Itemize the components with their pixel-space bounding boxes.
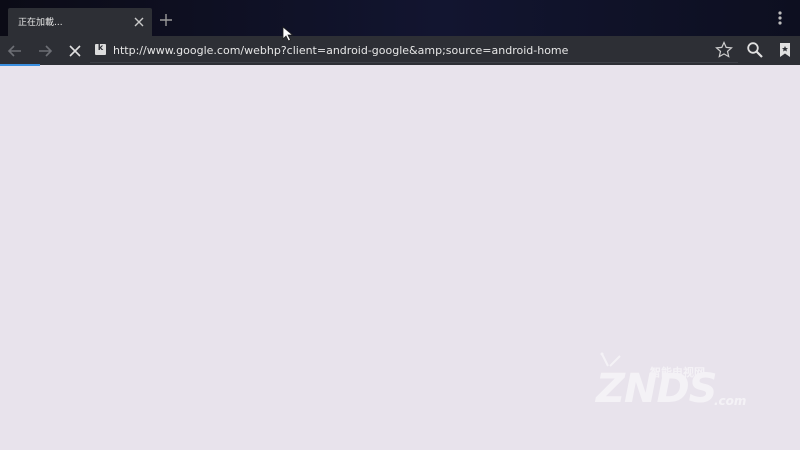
tab-title: 正在加載... xyxy=(18,18,63,28)
close-icon[interactable] xyxy=(132,15,146,29)
plus-icon[interactable] xyxy=(158,12,174,28)
browser-toolbar: k http://www.google.com/webhp?client=and… xyxy=(0,36,800,65)
site-icon: k xyxy=(95,43,106,55)
stop-icon[interactable] xyxy=(66,42,84,60)
more-vert-icon[interactable] xyxy=(774,10,786,26)
watermark-brand: ZNDS xyxy=(596,366,717,412)
address-bar[interactable]: k http://www.google.com/webhp?client=and… xyxy=(90,39,738,63)
watermark-suffix: .com xyxy=(714,394,747,408)
tab-strip: 正在加載... xyxy=(0,0,800,36)
url-text[interactable]: http://www.google.com/webhp?client=andro… xyxy=(113,44,568,57)
back-arrow-icon[interactable] xyxy=(6,42,24,60)
star-icon[interactable] xyxy=(715,41,733,59)
search-icon[interactable] xyxy=(746,41,764,59)
mouse-cursor-icon xyxy=(282,26,294,42)
tab-active[interactable]: 正在加載... xyxy=(8,8,152,36)
forward-arrow-icon[interactable] xyxy=(36,42,54,60)
znds-watermark: 智能电视网 ZNDS .com xyxy=(590,352,760,422)
bookmark-icon[interactable] xyxy=(776,41,794,59)
